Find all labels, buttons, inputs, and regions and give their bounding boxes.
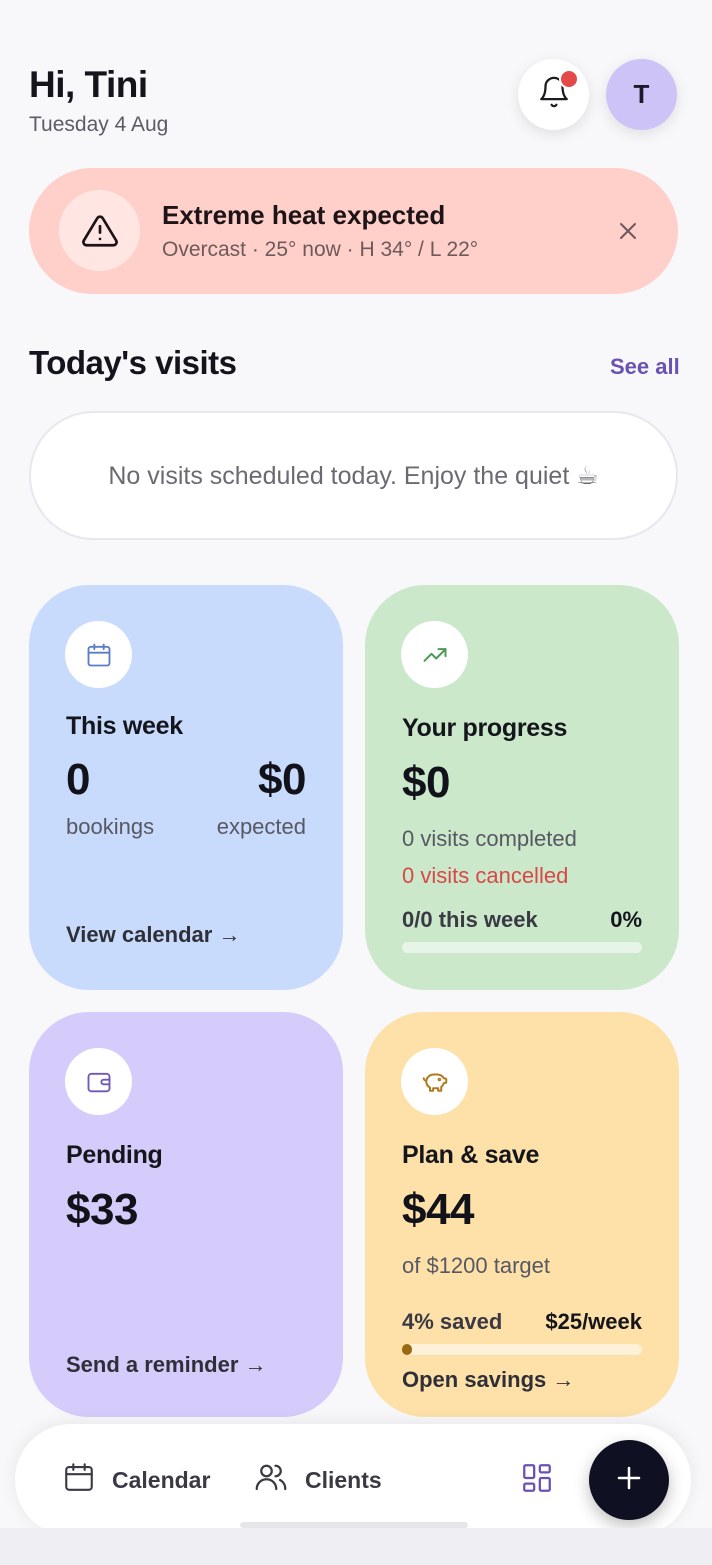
calendar-icon [65,621,132,688]
weather-alert: Extreme heat expected Overcast · 25° now… [29,168,678,294]
pending-title: Pending [66,1141,163,1169]
visits-completed: 0 visits completed [402,826,577,851]
current-date: Tuesday 4 Aug [29,113,169,136]
expected-label: expected [216,814,306,839]
grid-icon [520,1461,554,1500]
plus-icon [614,1463,644,1498]
nav-clients-label: Clients [305,1466,382,1493]
this-week-card[interactable]: This week 0 $0 bookings expected View ca… [29,585,343,990]
unread-badge [559,69,579,89]
open-savings-link[interactable]: Open savings → [402,1367,574,1393]
progress-amount: $0 [402,758,450,807]
app-screen: Hi, Tini Tuesday 4 Aug T Extreme heat ex… [0,0,712,1528]
calendar-icon [62,1460,96,1500]
this-week-title: This week [66,712,183,740]
bottom-nav: Calendar Clients [15,1424,691,1528]
wallet-icon [65,1048,132,1115]
nav-clients[interactable]: Clients [253,1424,382,1528]
savings-title: Plan & save [402,1141,540,1169]
expected-amount: $0 [258,755,306,804]
pending-amount: $33 [66,1185,138,1234]
savings-amount: $44 [402,1185,474,1234]
pending-card[interactable]: Pending $33 Send a reminder → [29,1012,343,1417]
users-icon [253,1459,289,1501]
bookings-label: bookings [66,814,155,839]
week-progress-bar [402,942,642,953]
nav-calendar-label: Calendar [112,1466,211,1493]
savings-percent-label: 4% saved [402,1309,503,1334]
send-reminder-link[interactable]: Send a reminder → [66,1352,267,1378]
savings-card[interactable]: Plan & save $44 of $1200 target 4% saved… [365,1012,679,1417]
avatar[interactable]: T [606,59,677,130]
empty-visits-message: No visits scheduled today. Enjoy the qui… [108,461,599,490]
section-title-visits: Today's visits [29,344,237,381]
close-icon[interactable] [609,212,647,250]
empty-visits-card: No visits scheduled today. Enjoy the qui… [29,411,678,540]
notifications-button[interactable] [518,59,589,130]
trending-up-icon [401,621,468,688]
piggy-bank-icon [401,1048,468,1115]
add-button[interactable] [589,1440,669,1520]
alert-title: Extreme heat expected [162,200,446,230]
savings-progress-fill [402,1344,412,1355]
week-progress-percent: 0% [610,907,642,932]
see-all-link[interactable]: See all [610,354,680,380]
bookings-count: 0 [66,755,90,804]
visits-cancelled: 0 visits cancelled [402,863,569,888]
home-indicator [240,1522,468,1528]
view-calendar-link[interactable]: View calendar → [66,922,240,948]
warning-icon [59,190,140,271]
progress-card[interactable]: Your progress $0 0 visits completed 0 vi… [365,585,679,990]
progress-title: Your progress [402,714,568,742]
greeting-title: Hi, Tini [29,64,148,105]
alert-subtitle: Overcast · 25° now · H 34° / L 22° [162,238,479,261]
week-progress-label: 0/0 this week [402,907,538,932]
grid-button[interactable] [500,1443,574,1517]
savings-target: of $1200 target [402,1253,551,1278]
nav-calendar[interactable]: Calendar [62,1424,210,1528]
savings-progress-bar [402,1344,642,1355]
savings-weekly-label: $25/week [545,1309,642,1334]
